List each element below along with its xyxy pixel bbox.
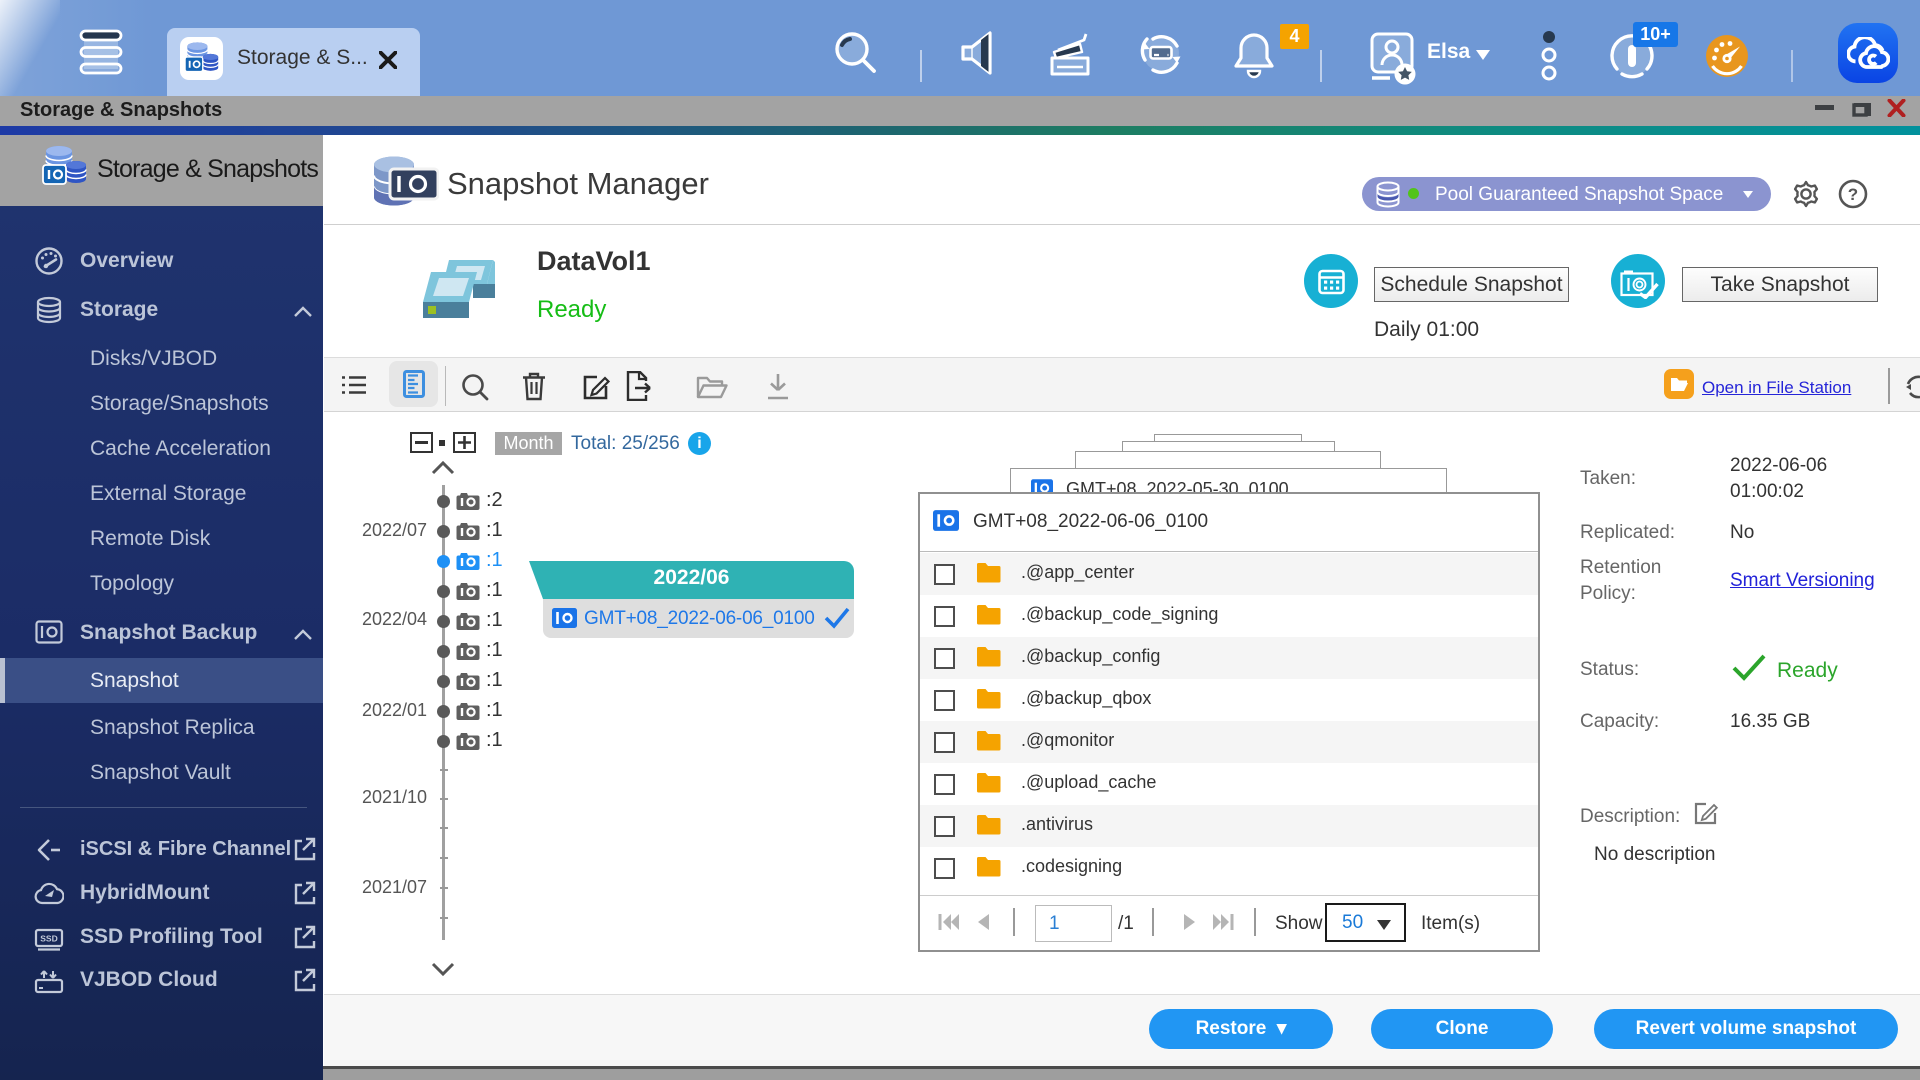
- svg-text:SSD: SSD: [40, 934, 57, 944]
- svg-text:?: ?: [1848, 185, 1858, 204]
